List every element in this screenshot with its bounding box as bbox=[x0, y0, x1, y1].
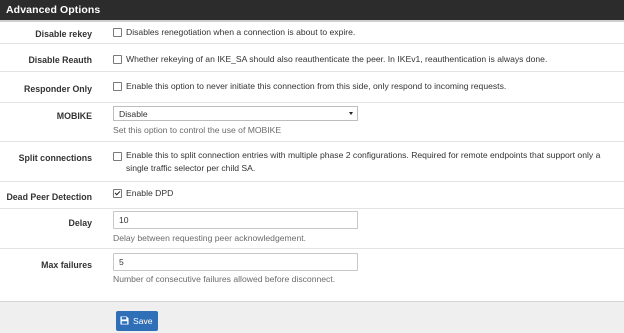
disable-reauth-checkbox[interactable] bbox=[113, 55, 122, 64]
panel-heading: Advanced Options bbox=[0, 0, 624, 22]
max-failures-label: Max failures bbox=[41, 260, 92, 270]
delay-input[interactable]: 10 bbox=[113, 211, 358, 229]
row-max-failures: Max failures 5 Number of consecutive fai… bbox=[0, 249, 624, 289]
dpd-checkbox[interactable] bbox=[113, 189, 122, 198]
save-button-label: Save bbox=[133, 316, 153, 326]
row-responder-only: Responder Only Enable this option to nev… bbox=[0, 72, 624, 103]
delay-input-value: 10 bbox=[119, 215, 129, 225]
disable-reauth-label: Disable Reauth bbox=[28, 55, 92, 65]
row-disable-reauth: Disable Reauth Whether rekeying of an IK… bbox=[0, 44, 624, 72]
advanced-options-panel: Advanced Options Disable rekey Disables … bbox=[0, 0, 624, 302]
dpd-checkbox-label: Enable DPD bbox=[126, 188, 174, 198]
delay-label: Delay bbox=[68, 218, 92, 228]
disable-rekey-checkbox[interactable] bbox=[113, 28, 122, 37]
disable-rekey-label: Disable rekey bbox=[35, 29, 92, 39]
mobike-label: MOBIKE bbox=[56, 111, 92, 121]
split-connections-label: Split connections bbox=[18, 153, 92, 163]
split-connections-checkbox[interactable] bbox=[113, 152, 122, 161]
row-mobike: MOBIKE Disable Set this option to contro… bbox=[0, 103, 624, 142]
row-split-connections: Split connections Enable this to split c… bbox=[0, 142, 624, 182]
caret-down-icon bbox=[349, 112, 353, 115]
disable-reauth-description: Whether rekeying of an IKE_SA should als… bbox=[126, 54, 548, 64]
row-delay: Delay 10 Delay between requesting peer a… bbox=[0, 209, 624, 249]
mobike-select-value: Disable bbox=[119, 108, 148, 119]
responder-only-description: Enable this option to never initiate thi… bbox=[126, 81, 507, 91]
delay-help: Delay between requesting peer acknowledg… bbox=[113, 233, 307, 243]
max-failures-help: Number of consecutive failures allowed b… bbox=[113, 274, 336, 284]
responder-only-checkbox[interactable] bbox=[113, 82, 122, 91]
panel-title: Advanced Options bbox=[6, 4, 101, 16]
floppy-disk-icon bbox=[120, 316, 129, 325]
dpd-label: Dead Peer Detection bbox=[6, 192, 92, 202]
responder-only-label: Responder Only bbox=[24, 84, 92, 94]
split-connections-description: Enable this to split connection entries … bbox=[126, 150, 601, 173]
max-failures-input-value: 5 bbox=[119, 257, 124, 267]
row-dead-peer-detection: Dead Peer Detection Enable DPD bbox=[0, 182, 624, 209]
row-disable-rekey: Disable rekey Disables renegotiation whe… bbox=[0, 22, 624, 44]
save-button[interactable]: Save bbox=[116, 311, 158, 331]
mobike-help: Set this option to control the use of MO… bbox=[113, 125, 282, 135]
disable-rekey-description: Disables renegotiation when a connection… bbox=[126, 27, 356, 37]
max-failures-input[interactable]: 5 bbox=[113, 253, 358, 271]
mobike-select[interactable]: Disable bbox=[113, 106, 358, 121]
